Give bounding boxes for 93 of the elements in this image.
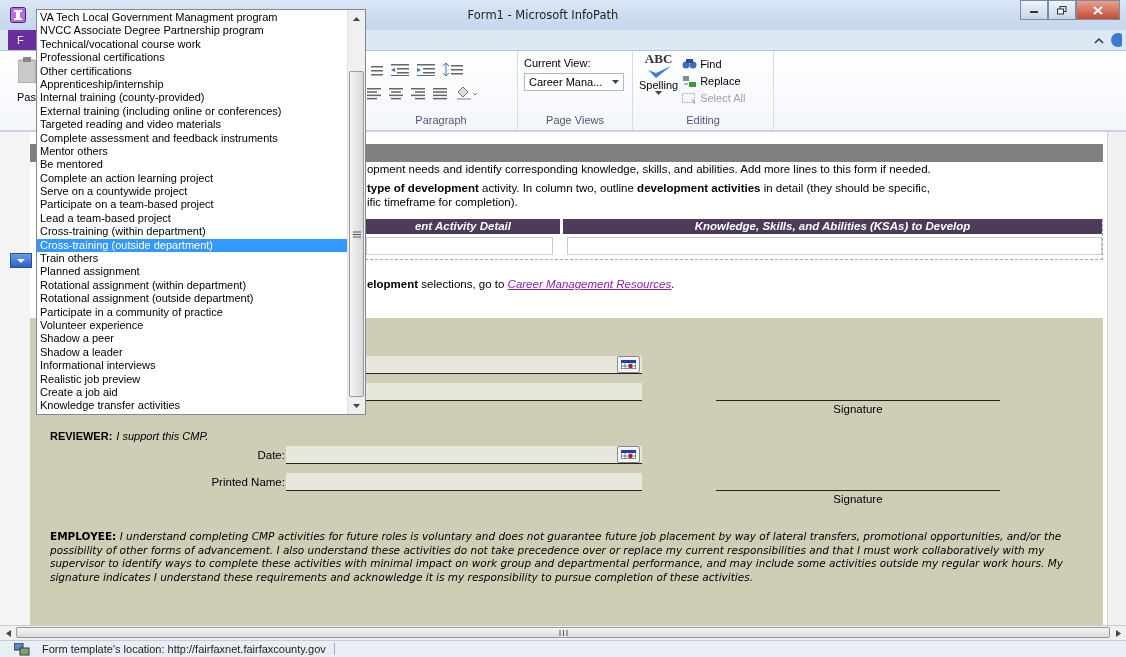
table-input-field[interactable] <box>566 237 1102 255</box>
decrease-indent-icon[interactable] <box>391 63 409 76</box>
list-item[interactable]: Train others <box>37 252 347 266</box>
column-header: ent Activity Detail <box>365 219 560 234</box>
group-label: Editing <box>685 114 721 128</box>
employee-statement: EMPLOYEE: I understand completing CMP activities for future roles is voluntary and does not guarantee future job placement by way of lateral transfers, promotional opportunities, and/or the possibility of other forms of advancement. I also understand these activities do not take precedence over or replace my current responsibilities and that I must work collaboratively with my supervisor to identify ways to complete these activities with minimal impact on work group and departmental performance, and may include some activities outside my regular work hours. My signature indicates I understand these requirements and acknowledge it is my responsibility to pursue completion of these activities. <box>49 530 1064 584</box>
reviewer-heading: REVIEWER: I support this CMP. <box>49 430 210 442</box>
signature-label: Signature <box>833 403 883 415</box>
list-item[interactable]: Volunteer experience <box>37 319 347 333</box>
calendar-button[interactable] <box>616 446 640 463</box>
current-view-label: Current View: <box>524 57 592 69</box>
list-item[interactable]: Informational interviews <box>37 359 347 373</box>
align-center-icon[interactable] <box>389 86 403 100</box>
network-icon <box>14 642 30 656</box>
instruction-text: opment needs and identify corresponding knowledge, skills, and abilities. Add more lines to this form if needed. <box>366 162 932 176</box>
spelling-button[interactable]: ABC Spelling <box>633 51 683 114</box>
align-left-icon[interactable] <box>367 86 381 100</box>
status-text: Form template's location: http://fairfaxnet.fairfaxcounty.gov <box>42 643 335 655</box>
paint-bucket-icon[interactable] <box>455 86 477 100</box>
restore-icon <box>1057 5 1067 15</box>
list-item[interactable]: Be mentored <box>37 158 347 172</box>
justify-icon[interactable] <box>433 86 447 100</box>
list-item[interactable]: Complete assessment and feedback instruments <box>37 131 347 145</box>
window-title: Form1 - Microsoft InfoPath <box>467 8 619 22</box>
list-item[interactable]: NVCC Associate Degree Partnership program <box>37 24 347 38</box>
instruction-text: ific timeframe for completion). <box>366 195 519 209</box>
scroll-up-icon[interactable] <box>353 16 360 21</box>
scrollbar-thumb[interactable] <box>16 627 1110 638</box>
list-item[interactable]: Create a job aid <box>37 385 347 400</box>
list-item[interactable]: Knowledge transfer activities <box>37 399 347 413</box>
calendar-icon <box>620 450 636 459</box>
collapse-ribbon-icon[interactable] <box>1094 36 1104 44</box>
list-item[interactable]: Lead a team-based project <box>37 211 347 226</box>
input-field[interactable] <box>285 473 642 491</box>
field-label: Printed Name: <box>210 476 286 488</box>
paste-label[interactable]: Pas <box>17 91 36 103</box>
clipboard-icon[interactable] <box>18 57 36 83</box>
list-item[interactable]: External training (including online or conferences) <box>37 104 347 119</box>
date-field[interactable] <box>285 446 642 464</box>
list-item[interactable]: Rotational assignment (outside department) <box>37 292 347 306</box>
scroll-left-icon[interactable] <box>5 629 11 637</box>
group-label: Page Views <box>545 114 605 128</box>
list-item[interactable]: Apprenticeship/internship <box>37 77 347 92</box>
list-item[interactable]: Mentor others <box>37 144 347 159</box>
scrollbar-thumb[interactable] <box>349 71 364 397</box>
group-label: Paragraph <box>414 114 468 128</box>
resources-text: elopment selections, go to Career Management Resources. <box>366 278 676 290</box>
replace-icon <box>682 74 698 88</box>
list-item[interactable]: Shadow a leader <box>37 345 347 360</box>
calendar-icon <box>620 360 636 369</box>
list-item[interactable]: Shadow a peer <box>37 332 347 346</box>
list-item[interactable]: Targeted reading and video materials <box>37 118 347 132</box>
scroll-down-icon[interactable] <box>353 403 360 408</box>
list-item[interactable]: Cross-training (within department) <box>37 225 347 239</box>
list-item[interactable]: Participate on a team-based project <box>37 198 347 212</box>
list-item[interactable]: Planned assignment <box>37 265 347 279</box>
list-item[interactable]: VA Tech Local Government Managment program <box>37 11 347 25</box>
scroll-right-icon[interactable] <box>1115 629 1121 637</box>
field-label: Date: <box>256 449 286 461</box>
list-item[interactable]: Technical/vocational course work <box>37 37 347 52</box>
increase-indent-icon[interactable] <box>417 63 435 76</box>
binoculars-icon <box>682 57 698 71</box>
list-item[interactable]: Other certifications <box>37 64 347 78</box>
list-item[interactable]: Participate in a community of practice <box>37 305 347 319</box>
caret-icon <box>612 80 619 84</box>
restore-button[interactable] <box>1048 0 1076 20</box>
table-input-field[interactable] <box>365 237 553 255</box>
align-right-icon[interactable] <box>411 86 425 100</box>
list-item[interactable]: Professional certifications <box>37 51 347 65</box>
list-item[interactable]: Internal training (county-provided) <box>37 91 347 105</box>
caret-icon <box>17 258 25 263</box>
close-icon <box>1093 5 1103 15</box>
grip-icon <box>352 230 361 238</box>
ribbon-find-button[interactable]: Find <box>682 57 746 71</box>
ribbon-replace-button[interactable]: Replace <box>682 74 746 88</box>
line-spacing-icon[interactable] <box>443 63 463 76</box>
list-item[interactable]: Complete an action learning project <box>37 171 347 186</box>
list-item[interactable]: Serve on a countywide project <box>37 185 347 199</box>
select-all-icon <box>682 91 698 105</box>
minimize-button[interactable] <box>1020 0 1048 20</box>
grip-icon <box>558 629 568 636</box>
signature-label: Signature <box>833 493 883 505</box>
caret-icon <box>655 91 663 95</box>
instruction-text: type of development activity. In column two, outline development activities in detail (they should be specific, <box>366 181 931 195</box>
file-tab[interactable]: F <box>8 30 38 50</box>
view-dropdown[interactable]: Career Mana... <box>524 73 624 91</box>
list-item[interactable]: Realistic job preview <box>37 372 347 386</box>
close-button[interactable] <box>1076 0 1120 20</box>
app-icon <box>10 7 26 23</box>
section-menu-button[interactable] <box>10 253 32 268</box>
list-item[interactable]: Rotational assignment (within department) <box>37 278 347 293</box>
column-header: Knowledge, Skills, and Abilities (KSAs) to Develop <box>562 219 1102 234</box>
calendar-button[interactable] <box>616 356 640 373</box>
